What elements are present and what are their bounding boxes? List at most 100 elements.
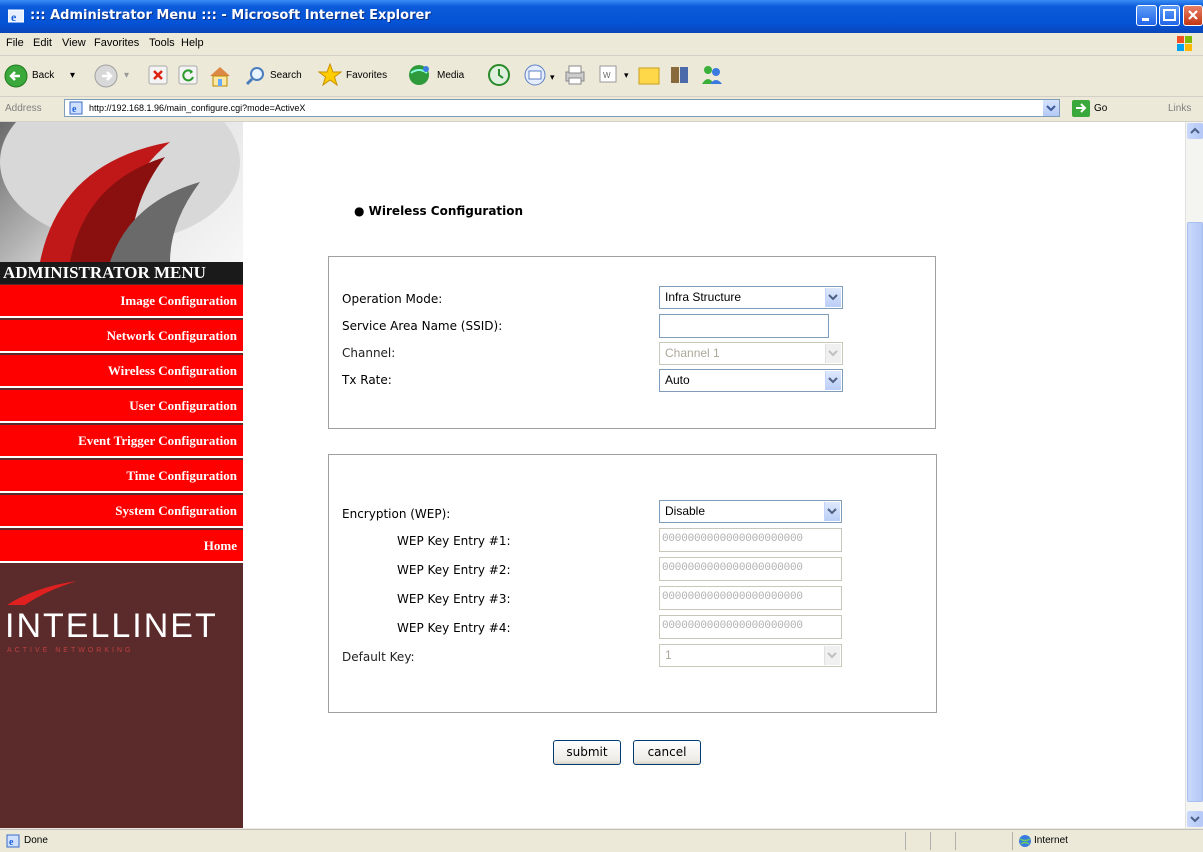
address-label: Address [5,103,42,114]
scrollbar-thumb[interactable] [1187,222,1203,802]
status-divider [955,832,956,850]
wep-key-4-input[interactable]: 0000000000000000000000 [659,615,842,639]
sidebar-item-time-configuration[interactable]: Time Configuration [0,460,243,493]
status-divider [905,832,906,850]
cancel-button[interactable]: cancel [633,740,701,765]
go-button[interactable]: Go [1094,103,1107,114]
menu-edit[interactable]: Edit [33,37,52,49]
section-title: ● Wireless Configuration [354,204,524,218]
sidebar-header: ADMINISTRATOR MENU [0,262,243,284]
logo-swoosh-icon [7,581,77,605]
channel-label: Channel: [342,346,396,360]
close-button[interactable] [1183,5,1203,26]
scroll-up-button[interactable] [1187,123,1203,139]
chevron-down-icon [825,371,841,390]
search-button[interactable]: Search [244,62,314,90]
status-text: Done [24,835,48,846]
chevron-down-icon [825,288,841,307]
print-icon[interactable] [562,62,588,90]
folder-icon[interactable] [636,62,662,90]
mail-dropdown-icon[interactable]: ▾ [550,72,555,100]
page-icon: e [69,101,83,115]
go-arrow-icon[interactable] [1072,100,1090,117]
favorites-button[interactable]: Favorites [318,62,404,90]
history-icon[interactable] [486,62,512,90]
mail-icon[interactable] [523,62,549,90]
star-icon [318,63,342,87]
messenger-icon[interactable] [699,62,725,90]
svg-text:e: e [72,104,77,115]
media-button[interactable]: Media [407,62,477,90]
sidebar-banner-image [0,122,243,262]
encryption-wep-select[interactable]: Disable [659,500,842,523]
media-icon [409,65,429,85]
sidebar-item-event-trigger-configuration[interactable]: Event Trigger Configuration [0,425,243,458]
sidebar-item-wireless-configuration[interactable]: Wireless Configuration [0,355,243,388]
logo-word: INTELLINET [5,607,218,645]
menu-favorites[interactable]: Favorites [94,37,139,49]
wep-key-2-label: WEP Key Entry #2: [397,563,511,577]
sidebar-item-user-configuration[interactable]: User Configuration [0,390,243,423]
chevron-down-icon [825,344,841,363]
wep-key-2-input[interactable]: 0000000000000000000000 [659,557,842,581]
default-key-select[interactable]: 1 [659,644,842,667]
address-dropdown-icon[interactable] [1043,100,1059,116]
menu-bar: File Edit View Favorites Tools Help [0,33,1203,56]
wep-key-1-input[interactable]: 0000000000000000000000 [659,528,842,552]
operation-mode-label: Operation Mode: [342,292,443,306]
chevron-down-icon [1190,816,1200,823]
ie-icon: e [8,9,24,24]
page-content: ADMINISTRATOR MENU Image Configuration N… [0,122,1185,828]
menu-help[interactable]: Help [181,37,204,49]
edit-icon[interactable]: W [596,62,620,90]
submit-button[interactable]: submit [553,740,621,765]
wep-key-3-input[interactable]: 0000000000000000000000 [659,586,842,610]
sidebar-item-system-configuration[interactable]: System Configuration [0,495,243,528]
svg-text:e: e [9,837,14,848]
logo-tagline: ACTIVE NETWORKING [7,647,134,654]
status-divider [930,832,931,850]
maximize-button[interactable] [1159,5,1180,26]
tx-rate-select[interactable]: Auto [659,369,843,392]
forward-button[interactable]: ▾ [94,62,134,90]
vertical-scrollbar[interactable] [1185,122,1203,828]
tx-rate-label: Tx Rate: [342,373,392,387]
chevron-down-icon [824,646,840,665]
address-input[interactable]: e http://192.168.1.96/main_configure.cgi… [64,99,1060,117]
window-title-bar[interactable]: e ::: Administrator Menu ::: - Microsoft… [0,0,1203,33]
menu-tools[interactable]: Tools [149,37,175,49]
back-arrow-icon [4,64,28,88]
home-icon[interactable] [207,62,233,90]
address-url: http://192.168.1.96/main_configure.cgi?m… [89,103,306,113]
minimize-button[interactable] [1136,5,1157,26]
sidebar-item-home[interactable]: Home [0,530,243,563]
research-icon[interactable] [667,62,693,90]
sidebar-item-image-configuration[interactable]: Image Configuration [0,285,243,318]
scroll-down-button[interactable] [1187,811,1203,827]
chevron-down-icon [824,502,840,521]
close-icon [1188,10,1198,20]
status-bar: e Done Internet [0,829,1203,852]
windows-flag-icon [1177,36,1192,51]
operation-mode-select[interactable]: Infra Structure [659,286,843,309]
page-done-icon: e [6,834,20,848]
address-bar: Address e http://192.168.1.96/main_confi… [0,97,1203,122]
back-dropdown-icon[interactable]: ▾ [70,70,75,81]
chevron-up-icon [1190,127,1200,134]
ssid-input[interactable] [659,314,829,338]
window-title: ::: Administrator Menu ::: - Microsoft I… [30,8,431,23]
menu-view[interactable]: View [62,37,86,49]
stop-icon[interactable] [147,62,169,90]
admin-sidebar: ADMINISTRATOR MENU Image Configuration N… [0,122,243,828]
intellinet-logo: INTELLINET ACTIVE NETWORKING [5,577,241,654]
refresh-icon[interactable] [177,62,199,90]
channel-select[interactable]: Channel 1 [659,342,843,365]
wep-key-3-label: WEP Key Entry #3: [397,592,511,606]
sidebar-item-network-configuration[interactable]: Network Configuration [0,320,243,353]
links-button[interactable]: Links [1168,103,1191,114]
edit-dropdown-icon[interactable]: ▾ [624,70,629,98]
menu-file[interactable]: File [6,37,24,49]
forward-dropdown-icon[interactable]: ▾ [124,70,129,81]
security-zone: Internet [1034,835,1068,846]
back-button[interactable]: Back ▾ [4,62,84,90]
